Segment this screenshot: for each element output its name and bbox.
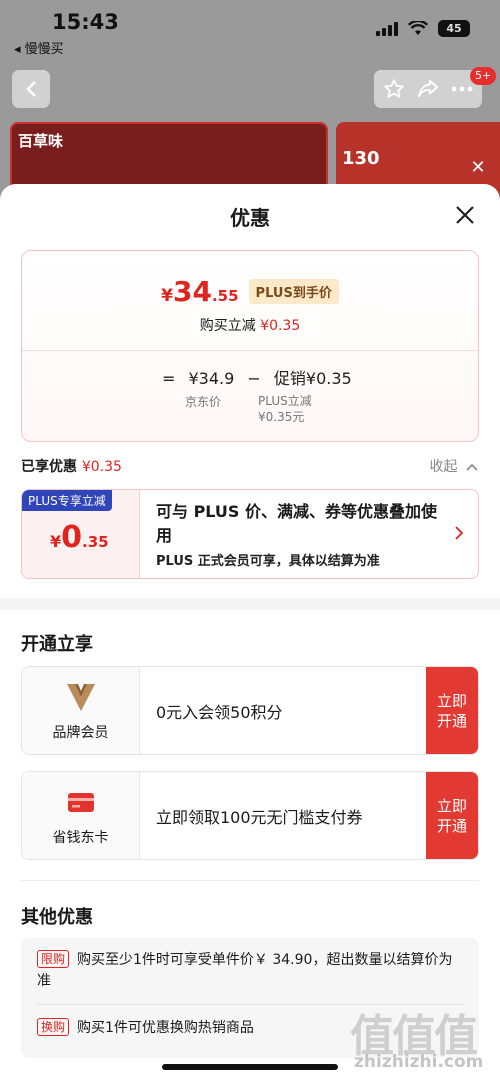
home-indicator[interactable] [162, 1064, 338, 1070]
price-summary: ¥34.55 PLUS到手价 购买立减 ¥0.35 [22, 251, 478, 351]
enjoyed-label: 已享优惠 [21, 459, 77, 475]
message-badge: 5+ [470, 67, 497, 85]
enjoyed-discount: 已享优惠 ¥0.35 [21, 456, 122, 476]
brand-member-card[interactable]: 品牌会员 0元入会领50积分 立即开通 [21, 666, 479, 755]
formula-row: = ¥34.9 − 促销¥0.35 [162, 365, 360, 389]
plus-caption-label: PLUS立减 [258, 394, 312, 408]
savings-card-label: 省钱东卡 [52, 830, 109, 846]
chevron-left-icon [26, 81, 36, 97]
plus-amount-decimal: .35 [82, 533, 109, 551]
plus-offer-tag: PLUS专享立减 [22, 490, 112, 511]
reduction-amount: ¥0.35 [260, 318, 301, 334]
savings-card-panel: 省钱东卡 [22, 772, 140, 859]
chevron-right-icon [455, 526, 464, 540]
back-to-app-link[interactable]: ◂ 慢慢买 [14, 38, 64, 57]
equals-sign: = [162, 369, 176, 388]
other-offer-text: 购买1件可优惠换购热销商品 [77, 1020, 254, 1036]
exchange-tag: 换购 [37, 1018, 70, 1036]
plus-amount-currency: ¥ [50, 532, 62, 551]
plus-offer-amount-panel: PLUS专享立减 ¥0.35 [22, 490, 140, 578]
plus-offer-description: 可与 PLUS 价、满减、券等优惠叠加使用 [156, 502, 438, 545]
brand-member-label: 品牌会员 [52, 725, 109, 741]
back-button[interactable] [12, 70, 50, 108]
plus-caption: PLUS立减 ¥0.35元 [258, 393, 312, 425]
more-icon[interactable] [451, 86, 473, 92]
savings-card-card[interactable]: 省钱东卡 立即领取100元无门槛支付券 立即开通 [21, 771, 479, 860]
purchase-reduction: 购买立减 ¥0.35 [22, 315, 478, 335]
nav-actions [374, 70, 482, 108]
wifi-icon [408, 21, 428, 35]
minus-sign: − [247, 369, 261, 388]
price-decimal: .55 [211, 287, 239, 305]
star-icon[interactable] [383, 78, 405, 100]
brand-member-panel: 品牌会员 [22, 667, 140, 754]
plus-price-tag: PLUS到手价 [248, 279, 339, 304]
savings-card-text: 立即领取100元无门槛支付券 [156, 808, 363, 827]
cellular-signal-icon [376, 21, 398, 36]
price-card: ¥34.55 PLUS到手价 购买立减 ¥0.35 = ¥34.9 − 促销¥0… [21, 250, 479, 442]
chevron-up-icon [466, 463, 478, 471]
share-icon[interactable] [417, 79, 439, 99]
plus-offer-card[interactable]: PLUS专享立减 ¥0.35 可与 PLUS 价、满减、券等优惠叠加使用 PLU… [21, 489, 479, 579]
final-price: ¥34.55 [161, 275, 238, 308]
banner-number: 130 [342, 148, 380, 169]
open-section-title: 开通立享 [21, 634, 93, 655]
collapse-button[interactable]: 收起 [430, 456, 478, 476]
list-item: 限购 购买至少1件时可享受单件价￥ 34.90，超出数量以结算价为准 [37, 950, 457, 992]
collapse-label: 收起 [429, 459, 458, 475]
battery-icon: 45 [438, 20, 470, 37]
close-icon[interactable] [454, 204, 476, 226]
promo-amount: 促销¥0.35 [273, 369, 352, 388]
jd-price-caption: 京东价 [185, 395, 222, 409]
plus-amount-integer: 0 [61, 520, 83, 555]
open-brand-member-button[interactable]: 立即开通 [426, 667, 478, 754]
sheet-title: 优惠 [230, 206, 270, 230]
status-bar: 15:43 ◂ 慢慢买 45 [0, 0, 500, 60]
watermark: 值值值 zhizhizhi.com [350, 1000, 500, 1081]
enjoyed-amount: ¥0.35 [81, 459, 122, 475]
final-price-line: ¥34.55 PLUS到手价 [22, 275, 478, 308]
open-savings-card-button[interactable]: 立即开通 [426, 772, 478, 859]
section-divider [0, 598, 500, 610]
plus-offer-note: PLUS 正式会员可享，具体以结算为准 [156, 554, 380, 569]
jd-price: ¥34.9 [188, 369, 235, 388]
system-icons: 45 [376, 20, 470, 37]
other-section-title: 其他优惠 [21, 907, 93, 928]
brand-logo: 百草味 [18, 132, 64, 150]
plus-offer-amount: ¥0.35 [50, 520, 109, 555]
watermark-url: zhizhizhi.com [354, 1052, 484, 1072]
reduction-label: 购买立减 [199, 318, 256, 334]
other-offer-text: 购买至少1件时可享受单件价￥ 34.90，超出数量以结算价为准 [37, 952, 453, 989]
brand-member-text: 0元入会领50积分 [156, 703, 283, 722]
price-currency: ¥ [161, 286, 173, 306]
discount-sheet: 优惠 ¥34.55 PLUS到手价 购买立减 ¥0.35 = ¥34.9 − 促… [0, 184, 500, 1081]
plus-caption-amount: ¥0.35元 [258, 410, 305, 424]
credit-card-icon [68, 793, 94, 812]
limit-tag: 限购 [37, 950, 70, 968]
close-icon[interactable]: ✕ [466, 156, 490, 180]
price-integer: 34 [173, 275, 212, 308]
brand-member-icon [67, 684, 95, 711]
status-time: 15:43 [52, 10, 119, 34]
divider [21, 880, 479, 881]
